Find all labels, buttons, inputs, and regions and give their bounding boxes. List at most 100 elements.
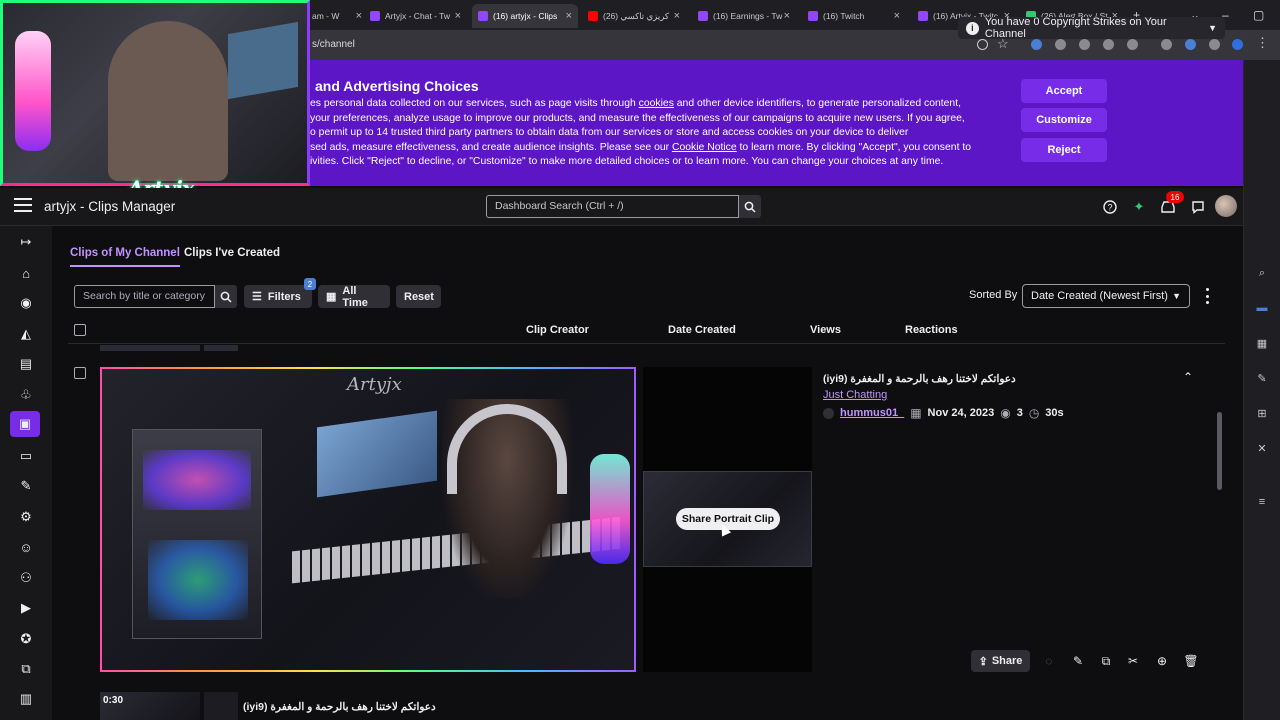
achievements-icon[interactable]: ✪ (15, 628, 37, 650)
stream-manager-icon[interactable]: ◉ (15, 292, 37, 314)
extension-icon[interactable] (1103, 39, 1114, 50)
collapse-nav-icon[interactable]: ↦ (15, 231, 37, 253)
tab-close-icon[interactable]: × (455, 10, 461, 22)
notes-icon[interactable]: ✎ (1254, 370, 1270, 386)
home-icon[interactable]: ⌂ (15, 262, 37, 284)
scissors-icon[interactable]: ✂ (1125, 653, 1141, 669)
tab-label: (16) Twitch (823, 11, 865, 21)
extension-icon[interactable] (1031, 39, 1042, 50)
sidebar-toggle-icon[interactable] (1185, 39, 1196, 50)
tab-clips-of-my-channel[interactable]: Clips of My Channel (70, 247, 180, 267)
browser-tab-active[interactable]: (16) artyjx - Clips × (472, 4, 578, 28)
browser-tab[interactable]: (16) Twitch × (802, 4, 906, 28)
channel-points-icon[interactable]: ✦ (1131, 199, 1147, 215)
clip-meta-row: hummus01_ ▦ Nov 24, 2023 ◉ 3 ◷ 30s (823, 405, 1064, 421)
date-range-button[interactable]: ▦ All Time (318, 284, 390, 309)
reset-button[interactable]: Reset (396, 285, 441, 308)
clip-search-input[interactable]: Search by title or category (74, 285, 215, 308)
add-circle-icon[interactable]: ⊕ (1154, 653, 1170, 669)
dashboard-search-input[interactable]: Dashboard Search (Ctrl + /) (486, 195, 739, 218)
cookie-line: o permit up to 14 trusted third party pa… (310, 126, 1000, 141)
maximize-icon[interactable]: ▢ (1253, 8, 1264, 22)
previous-clip-thumbnail[interactable] (204, 345, 238, 351)
edit-pencil-icon[interactable]: ✎ (1070, 653, 1086, 669)
video-icon[interactable]: ▶ (15, 597, 37, 619)
column-date-created[interactable]: Date Created (668, 324, 736, 336)
tab-close-icon[interactable]: × (356, 10, 362, 22)
games-icon[interactable]: ⊞ (1254, 405, 1270, 421)
tab-close-icon[interactable]: × (894, 10, 900, 22)
scrollbar[interactable] (1216, 350, 1222, 710)
extension-icon[interactable] (1079, 39, 1090, 50)
copyright-strikes-dropdown[interactable]: i You have 0 Copyright Strikes on Your C… (958, 16, 1225, 40)
reject-button[interactable]: Reject (1021, 138, 1107, 162)
chevron-up-icon[interactable]: ⌃ (1183, 370, 1193, 384)
cookie-line-text: es personal data collected on our servic… (310, 98, 639, 109)
promotions-icon[interactable]: ◭ (15, 323, 37, 345)
cookie-line: es personal data collected on our servic… (310, 97, 1000, 112)
row-checkbox[interactable] (74, 367, 86, 379)
browser-tab[interactable]: (16) Earnings - Tw × (692, 4, 796, 28)
select-all-checkbox[interactable] (74, 324, 86, 336)
clip-creator-link[interactable]: hummus01_ (840, 407, 904, 419)
customize-button[interactable]: Customize (1021, 108, 1107, 132)
search-icon[interactable]: ⌕ (1254, 265, 1270, 281)
tab-close-icon[interactable]: × (784, 10, 790, 22)
column-reactions[interactable]: Reactions (905, 324, 958, 336)
extension-icon[interactable] (1127, 39, 1138, 50)
browser-menu-icon[interactable]: ⋮ (1256, 35, 1269, 50)
scrollbar-thumb[interactable] (1217, 412, 1222, 490)
clip-category-link[interactable]: Just Chatting (823, 389, 887, 401)
extensions-icon[interactable]: ⧉ (15, 658, 37, 680)
column-views[interactable]: Views (810, 324, 841, 336)
column-clip-creator[interactable]: Clip Creator (526, 324, 589, 336)
tab-close-icon[interactable]: × (674, 10, 680, 22)
more-options-icon[interactable] (1200, 288, 1214, 304)
zoom-icon[interactable] (977, 39, 988, 50)
next-clip-thumbnail[interactable] (204, 692, 238, 720)
browser-tab[interactable]: (26) كريزي تاكسي × (582, 4, 686, 28)
share-button[interactable]: ⇪ Share (971, 650, 1030, 672)
clip-search-button[interactable] (215, 285, 237, 308)
content-clips-icon[interactable]: ▣ (10, 411, 40, 437)
settings-gear-icon[interactable]: ⚙ (15, 506, 37, 528)
cookies-link[interactable]: cookies (639, 98, 674, 109)
tools-icon[interactable]: ✕ (1254, 440, 1270, 456)
search-button[interactable] (739, 195, 761, 218)
tab-clips-ive-created[interactable]: Clips I've Created (184, 247, 280, 265)
user-avatar[interactable] (1215, 195, 1237, 217)
extension-icon[interactable] (1055, 39, 1066, 50)
monetization-icon[interactable]: ▭ (15, 445, 37, 467)
sort-dropdown[interactable]: Date Created (Newest First) ▼ (1022, 284, 1190, 308)
open-external-icon[interactable]: ⧉ (1098, 653, 1114, 669)
help-icon[interactable]: ? (1102, 199, 1118, 215)
url-text[interactable]: s/channel (312, 39, 355, 50)
previous-clip-thumbnail[interactable] (100, 345, 200, 351)
date-range-label: All Time (342, 284, 368, 309)
clip-video-player[interactable]: Artyjx (100, 367, 636, 672)
extension-icon[interactable] (1232, 39, 1243, 50)
cookie-notice-link[interactable]: Cookie Notice (672, 142, 737, 153)
filters-button[interactable]: ☰ Filters (244, 285, 312, 308)
profile-icon[interactable] (1209, 39, 1220, 50)
hamburger-menu-icon[interactable] (14, 198, 32, 212)
rgb-lamp-scene (590, 454, 630, 564)
calendar-icon[interactable]: ▦ (1254, 335, 1270, 351)
viewer-rewards-icon[interactable]: ☺ (15, 536, 37, 558)
browser-tab[interactable]: Artyjx - Chat - Tw × (364, 4, 467, 28)
add-user-icon[interactable]: ⚇ (15, 567, 37, 589)
sliders-icon[interactable]: ≡ (1254, 494, 1270, 510)
docs-icon[interactable]: ▥ (15, 688, 37, 710)
notification-count-badge: 16 (1166, 191, 1184, 203)
accept-button[interactable]: Accept (1021, 79, 1107, 103)
extension-icon[interactable] (1161, 39, 1172, 50)
tab-close-icon[interactable]: × (566, 10, 572, 22)
browser-tab[interactable]: am - W × (306, 4, 368, 28)
community-icon[interactable]: ♧ (15, 384, 37, 406)
chat-icon[interactable]: ▬ (1254, 300, 1270, 316)
left-nav: ↦ ⌂ ◉ ◭ ▤ ♧ ▣ ▭ ✎ ⚙ ☺ ⚇ ▶ ✪ ⧉ ▥ (0, 226, 52, 720)
trash-icon[interactable]: 🗑 (1183, 653, 1199, 669)
whispers-icon[interactable] (1190, 199, 1206, 215)
analytics-icon[interactable]: ▤ (15, 353, 37, 375)
creator-tools-icon[interactable]: ✎ (15, 475, 37, 497)
